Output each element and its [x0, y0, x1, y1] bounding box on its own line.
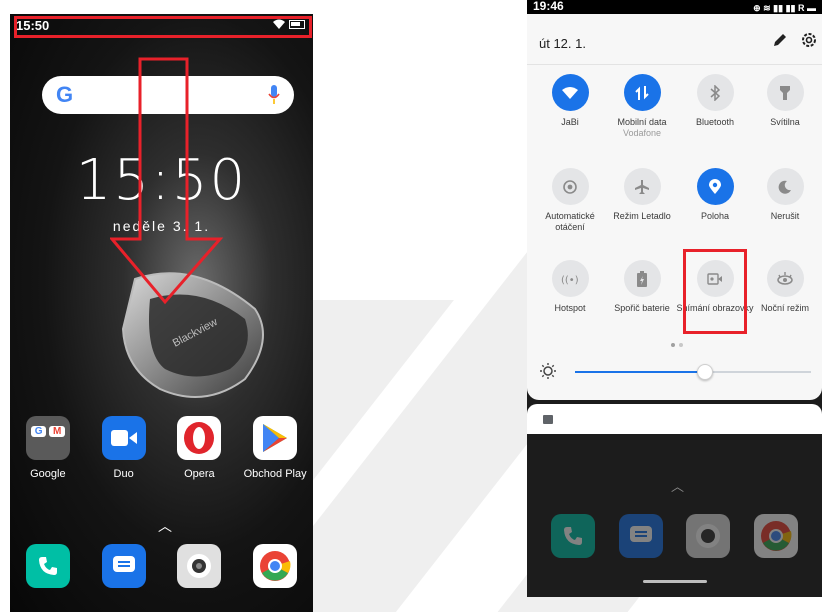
- left-phone-home-screen: 15:50 G 15:50 neděle 3. 1. Blackview G M…: [10, 14, 313, 612]
- status-time: 19:46: [533, 0, 564, 13]
- camera-icon[interactable]: [686, 514, 731, 558]
- wifi-icon: [551, 74, 589, 111]
- dock-chrome[interactable]: [240, 544, 310, 588]
- battery-saver-icon: [623, 260, 661, 297]
- tile-location[interactable]: Poloha: [675, 168, 755, 222]
- tile-label: Mobilní data: [617, 117, 667, 127]
- night-mode-icon: [766, 260, 804, 297]
- google-g-icon: G: [56, 82, 74, 107]
- app-drawer-caret-icon[interactable]: ︿: [671, 476, 684, 495]
- flashlight-icon: [766, 74, 804, 111]
- opera-icon: [177, 416, 222, 460]
- mobile-data-icon: [623, 74, 661, 111]
- do-not-disturb-icon: [766, 168, 804, 205]
- tile-night-mode[interactable]: Noční režim: [745, 260, 822, 314]
- camera-icon: [177, 544, 222, 588]
- tile-flashlight[interactable]: Svítilna: [745, 74, 822, 128]
- tile-label: Noční režim: [760, 303, 809, 313]
- swipe-down-arrow: [110, 57, 224, 305]
- panel-date: út 12. 1.: [539, 36, 586, 51]
- app-label: Duo: [113, 468, 134, 480]
- tile-label: Svítilna: [770, 117, 800, 127]
- messages-icon[interactable]: [618, 514, 663, 558]
- right-phone-quick-settings: 19:46 ⊕ ≋ ▮▮ ▮▮ R ▬ út 12. 1. JaBi Mobil…: [527, 0, 822, 597]
- phone-icon[interactable]: [550, 514, 595, 558]
- tile-label: Režim Letadlo: [613, 211, 671, 221]
- chrome-icon: [253, 544, 298, 588]
- chrome-icon[interactable]: [754, 514, 799, 558]
- dock: [527, 514, 822, 558]
- bluetooth-icon: [696, 74, 734, 111]
- brightness-slider[interactable]: [575, 364, 811, 380]
- page-dot: [679, 343, 683, 347]
- dock-messages[interactable]: [89, 544, 159, 588]
- app-play-store[interactable]: Obchod Play: [240, 416, 310, 480]
- tile-label: JaBi: [561, 117, 579, 127]
- status-icons: ⊕ ≋ ▮▮ ▮▮ R ▬: [753, 3, 816, 13]
- edit-pencil-icon[interactable]: [772, 32, 788, 48]
- tile-sublabel: Vodafone: [622, 128, 662, 138]
- dock: [10, 544, 313, 588]
- brightness-slider-thumb[interactable]: [696, 364, 713, 380]
- settings-gear-icon[interactable]: [799, 30, 819, 50]
- tile-airplane-mode[interactable]: Režim Letadlo: [602, 168, 682, 222]
- tile-label: Hotspot: [554, 303, 586, 313]
- app-opera[interactable]: Opera: [164, 416, 234, 480]
- dock-camera[interactable]: [164, 544, 234, 588]
- tile-label: Spořič baterie: [614, 303, 670, 313]
- tile-label: Bluetooth: [695, 117, 735, 127]
- duo-icon: [101, 416, 146, 460]
- svg-text:((•)): ((•)): [561, 275, 579, 285]
- status-bar[interactable]: 19:46 ⊕ ≋ ▮▮ ▮▮ R ▬: [527, 0, 822, 14]
- app-duo[interactable]: Duo: [89, 416, 159, 480]
- app-drawer-caret-icon[interactable]: ︿: [158, 516, 172, 536]
- screen-record-tile-highlight: [683, 249, 747, 334]
- phone-icon: [25, 544, 70, 588]
- app-label: Obchod Play: [243, 468, 307, 480]
- app-google[interactable]: G M Google: [13, 416, 83, 480]
- app-row: G M Google Duo Opera Obchod Play: [10, 416, 313, 480]
- tile-wifi[interactable]: JaBi: [530, 74, 610, 128]
- dock-phone[interactable]: [13, 544, 83, 588]
- tile-label: Nerušit: [770, 211, 800, 221]
- tile-hotspot[interactable]: ((•)) Hotspot: [530, 260, 610, 314]
- notification-card[interactable]: [527, 404, 822, 434]
- app-label: Google: [30, 468, 66, 480]
- tile-auto-rotate[interactable]: Automatické otáčení: [530, 168, 610, 233]
- airplane-icon: [623, 168, 661, 205]
- panel-divider: [527, 64, 822, 65]
- page-indicator: [671, 343, 683, 347]
- brightness-slider-fill: [575, 371, 705, 373]
- app-label: Opera: [184, 468, 215, 480]
- page-dot-active: [671, 343, 675, 347]
- status-bar-highlight: [14, 16, 312, 38]
- tile-bluetooth[interactable]: Bluetooth: [675, 74, 755, 128]
- play-store-icon: [253, 416, 298, 460]
- brightness-icon: [540, 363, 556, 379]
- microphone-icon[interactable]: [268, 85, 280, 105]
- image-icon: [543, 415, 553, 424]
- google-folder-icon: G M: [25, 416, 70, 460]
- tile-label: Poloha: [700, 211, 730, 221]
- hotspot-icon: ((•)): [551, 260, 589, 297]
- tile-mobile-data[interactable]: Mobilní data Vodafone: [602, 74, 682, 139]
- quick-settings-panel: út 12. 1. JaBi Mobilní data Vodafone Blu…: [527, 14, 822, 400]
- tile-do-not-disturb[interactable]: Nerušit: [745, 168, 822, 222]
- gesture-nav-bar[interactable]: [643, 580, 707, 583]
- location-icon: [696, 168, 734, 205]
- messages-icon: [101, 544, 146, 588]
- auto-rotate-icon: [551, 168, 589, 205]
- tile-battery-saver[interactable]: Spořič baterie: [602, 260, 682, 314]
- tile-label: Automatické otáčení: [545, 211, 595, 232]
